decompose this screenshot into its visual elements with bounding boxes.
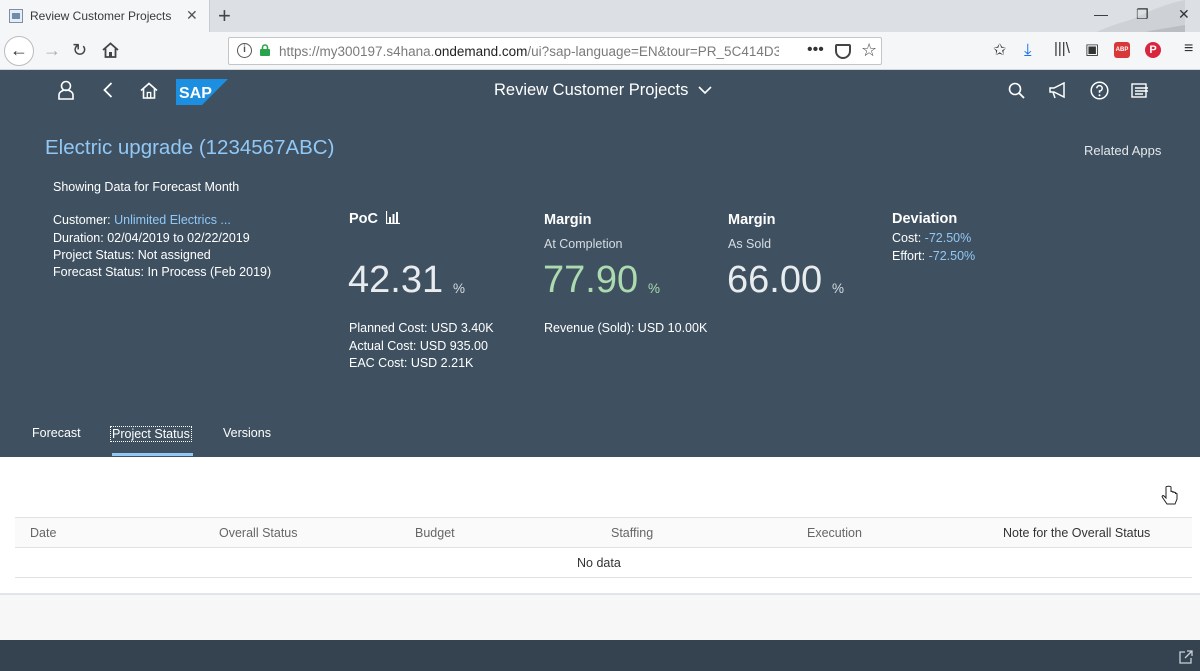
duration-attribute: Duration: 02/04/2019 to 02/22/2019 <box>53 231 250 245</box>
column-header-overall-status[interactable]: Overall Status <box>219 526 298 540</box>
deviation-title: Deviation <box>892 211 958 227</box>
sap-shell-bar: SAP Review Customer Projects <box>0 70 1200 113</box>
margin-completion-subtitle: At Completion <box>544 237 623 251</box>
minimize-window-icon[interactable]: — <box>1094 6 1108 22</box>
browser-tab[interactable]: Review Customer Projects ✕ <box>0 0 210 32</box>
column-header-date[interactable]: Date <box>30 526 56 540</box>
planned-cost: Planned Cost: USD 3.40K <box>349 321 494 335</box>
restore-window-icon[interactable]: ❐ <box>1136 6 1149 23</box>
browser-navigation-bar: ← → ↻ i https://my300197.s4hana.ondemand… <box>0 32 1200 70</box>
deviation-effort: Effort: -72.50% <box>892 249 975 263</box>
column-header-execution[interactable]: Execution <box>807 526 862 540</box>
close-tab-icon[interactable]: ✕ <box>186 7 198 24</box>
sidebar-icon[interactable]: ▣ <box>1085 40 1099 58</box>
page-favicon-icon <box>9 9 23 23</box>
margin-sold-value: 66.00 <box>727 259 823 301</box>
deviation-effort-link[interactable]: -72.50% <box>929 249 976 263</box>
no-data-text: No data <box>577 556 621 570</box>
address-bar[interactable]: i https://my300197.s4hana.ondemand.com/u… <box>228 37 882 65</box>
help-icon[interactable] <box>1090 81 1109 100</box>
column-header-budget[interactable]: Budget <box>415 526 455 540</box>
user-profile-icon[interactable] <box>58 80 74 100</box>
column-header-note[interactable]: Note for the Overall Status <box>1003 526 1150 540</box>
notifications-megaphone-icon[interactable] <box>1048 82 1068 99</box>
chevron-down-icon[interactable] <box>698 85 712 95</box>
bookmarks-star-icon[interactable]: ✩ <box>993 40 1006 60</box>
url-text: https://my300197.s4hana.ondemand.com/ui?… <box>279 44 779 59</box>
search-icon[interactable] <box>1008 82 1025 99</box>
back-arrow-icon[interactable]: ← <box>4 36 34 66</box>
close-window-icon[interactable]: ✕ <box>1178 6 1190 23</box>
browser-tab-title: Review Customer Projects <box>30 9 172 23</box>
tab-project-status[interactable]: Project Status <box>110 426 192 442</box>
deviation-cost-link[interactable]: -72.50% <box>925 231 972 245</box>
tab-forecast[interactable]: Forecast <box>32 426 81 440</box>
downloads-icon[interactable]: ⤓ <box>1024 40 1032 60</box>
poc-value: 42.31 <box>348 259 444 301</box>
adblock-plus-icon[interactable]: ABP <box>1114 42 1130 58</box>
margin-sold-subtitle: As Sold <box>728 237 772 251</box>
customer-attribute: Customer: Unlimited Electrics ... <box>53 213 231 227</box>
bar-chart-icon[interactable] <box>386 211 400 224</box>
back-chevron-icon[interactable] <box>103 82 113 98</box>
object-page-header: Electric upgrade (1234567ABC) Related Ap… <box>0 113 1200 457</box>
page-actions-menu-icon[interactable]: ••• <box>807 41 824 59</box>
poc-unit: % <box>453 281 466 296</box>
pinterest-icon[interactable]: P <box>1145 42 1161 58</box>
app-title[interactable]: Review Customer Projects <box>494 81 688 100</box>
browser-menu-icon[interactable]: ≡ <box>1184 40 1193 58</box>
new-tab-button[interactable]: + <box>218 3 231 29</box>
actual-cost: Actual Cost: USD 935.00 <box>349 339 488 353</box>
project-status-attribute: Project Status: Not assigned <box>53 248 211 262</box>
reload-icon[interactable]: ↻ <box>72 40 87 60</box>
margin-sold-unit: % <box>832 281 845 296</box>
poc-title: PoC <box>349 211 378 227</box>
forecast-caption: Showing Data for Forecast Month <box>53 180 240 194</box>
me-area-menu-icon[interactable] <box>1131 83 1149 98</box>
sap-logo[interactable]: SAP <box>176 79 228 105</box>
library-icon[interactable]: |||\ <box>1054 40 1070 57</box>
home-icon[interactable] <box>140 82 158 99</box>
customer-label: Customer: <box>53 213 115 227</box>
related-apps-button[interactable]: Related Apps <box>1084 143 1161 158</box>
app-footer-bar <box>0 640 1200 671</box>
share-icon[interactable] <box>1179 650 1193 664</box>
margin-completion-title: Margin <box>544 212 592 228</box>
home-icon[interactable] <box>102 42 119 58</box>
content-footer-area <box>0 595 1200 640</box>
project-status-table: Date Overall Status Budget Staffing Exec… <box>15 517 1192 578</box>
table-header-row: Date Overall Status Budget Staffing Exec… <box>15 517 1192 548</box>
deviation-cost: Cost: -72.50% <box>892 231 971 245</box>
forward-arrow-icon[interactable]: → <box>43 40 61 60</box>
secure-lock-icon <box>260 44 270 56</box>
page-title: Electric upgrade (1234567ABC) <box>45 136 335 159</box>
hand-cursor-icon <box>1161 485 1178 505</box>
column-header-staffing[interactable]: Staffing <box>611 526 653 540</box>
selected-tab-indicator <box>112 453 193 456</box>
svg-text:SAP: SAP <box>179 85 212 102</box>
deviation-effort-label: Effort: <box>892 249 929 263</box>
site-info-icon[interactable]: i <box>237 43 252 58</box>
margin-completion-unit: % <box>648 281 661 296</box>
forecast-status-attribute: Forecast Status: In Process (Feb 2019) <box>53 265 272 279</box>
bookmark-star-icon[interactable]: ☆ <box>861 40 877 61</box>
margin-completion-value: 77.90 <box>543 259 639 301</box>
pocket-icon[interactable] <box>835 44 851 59</box>
eac-cost: EAC Cost: USD 2.21K <box>349 356 474 370</box>
customer-link[interactable]: Unlimited Electrics ... <box>114 213 231 227</box>
margin-sold-title: Margin <box>728 212 776 228</box>
deviation-cost-label: Cost: <box>892 231 925 245</box>
browser-tab-bar: Review Customer Projects ✕ + — ❐ ✕ <box>0 0 1200 70</box>
revenue-sold: Revenue (Sold): USD 10.00K <box>544 321 708 335</box>
table-row: No data <box>15 548 1192 578</box>
tab-versions[interactable]: Versions <box>223 426 271 440</box>
